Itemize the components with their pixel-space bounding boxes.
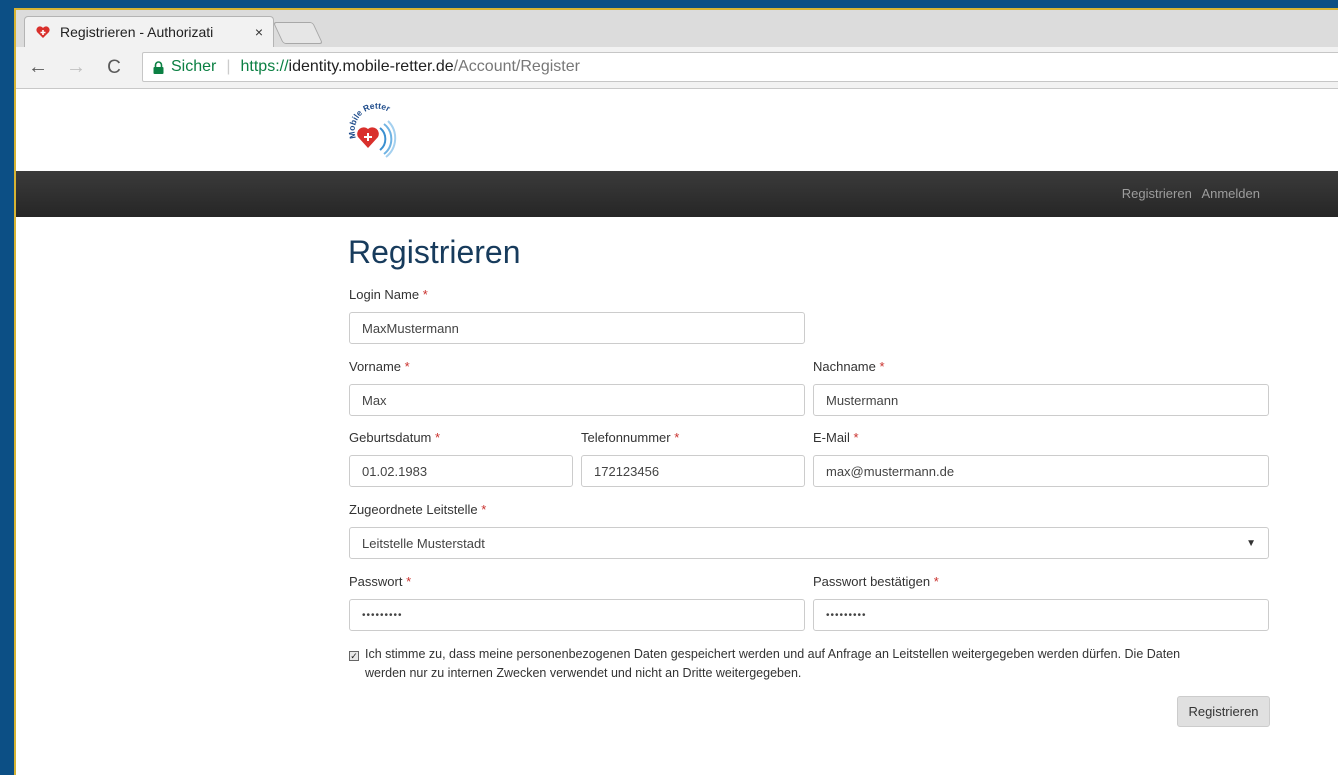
navbar: Registrieren Anmelden [16, 171, 1338, 217]
birth-date-input[interactable]: 01.02.1983 [349, 455, 573, 487]
page-content: Mobile Retter Registrieren Anmelden Regi… [16, 90, 1338, 775]
back-icon[interactable]: ← [24, 56, 52, 79]
consent-checkbox[interactable]: ✓ [349, 651, 359, 661]
mobile-retter-logo[interactable]: Mobile Retter [346, 102, 406, 158]
reload-icon[interactable]: C [100, 57, 128, 79]
required-marker: * [879, 359, 885, 374]
lock-icon [153, 60, 164, 74]
required-marker: * [853, 430, 859, 445]
consent-text-1: Ich stimme zu, dass meine personenbezoge… [365, 647, 1181, 661]
login-name-label-text: Login Name [349, 287, 420, 302]
required-marker: * [481, 502, 487, 517]
first-name-label: Vorname * [349, 359, 410, 374]
required-marker: * [406, 574, 412, 589]
consent-block: ✓ Ich stimme zu, dass meine personenbezog… [349, 645, 1264, 683]
phone-label-text: Telefonnummer [581, 430, 671, 445]
dispatch-label-text: Zugeordnete Leitstelle [349, 502, 478, 517]
password-label: Passwort * [349, 574, 411, 589]
last-name-label: Nachname * [813, 359, 885, 374]
password-confirm-label: Passwort bestätigen * [813, 574, 939, 589]
consent-line-1: ✓ Ich stimme zu, dass meine personenbezog… [349, 645, 1264, 664]
required-marker: * [933, 574, 939, 589]
browser-window: Registrieren - Authorizati × ← → C Siche… [14, 8, 1338, 775]
login-name-label: Login Name * [349, 287, 428, 302]
nav-register-link[interactable]: Registrieren [1122, 186, 1192, 201]
phone-input[interactable]: 172123456 [581, 455, 805, 487]
last-name-input[interactable]: Mustermann [813, 384, 1269, 416]
new-tab-button[interactable] [272, 22, 324, 44]
birth-date-label-text: Geburtsdatum [349, 430, 432, 445]
birth-date-label: Geburtsdatum * [349, 430, 440, 445]
browser-toolbar: ← → C Sicher | https:// identity.mobile-… [16, 47, 1338, 89]
heart-favicon-icon [36, 26, 50, 38]
first-name-input[interactable]: Max [349, 384, 805, 416]
password-confirm-label-text: Passwort bestätigen [813, 574, 931, 589]
forward-icon[interactable]: → [62, 56, 90, 79]
separator: | [226, 58, 231, 75]
password-label-text: Passwort [349, 574, 403, 589]
url-path: /Account/Register [453, 58, 580, 75]
url-host: identity.mobile-retter.de [288, 58, 454, 75]
email-input[interactable]: max@mustermann.de [813, 455, 1269, 487]
page-title: Registrieren [348, 234, 521, 270]
login-name-input[interactable]: MaxMustermann [349, 312, 805, 344]
required-marker: * [674, 430, 680, 445]
last-name-label-text: Nachname [813, 359, 876, 374]
tab-close-icon[interactable]: × [255, 24, 263, 40]
consent-text-2: werden nur zu internen Zwecken verwendet… [365, 666, 802, 680]
password-input[interactable]: ••••••••• [349, 599, 805, 631]
register-button[interactable]: Registrieren [1177, 696, 1270, 727]
dispatch-selected-value: Leitstelle Musterstadt [362, 535, 485, 551]
required-marker: * [435, 430, 441, 445]
email-label: E-Mail * [813, 430, 859, 445]
url-scheme: https:// [240, 58, 289, 75]
required-marker: * [404, 359, 410, 374]
dispatch-label: Zugeordnete Leitstelle * [349, 502, 486, 517]
tab-strip: Registrieren - Authorizati × [16, 10, 1338, 47]
password-confirm-input[interactable]: ••••••••• [813, 599, 1269, 631]
nav-login-link[interactable]: Anmelden [1201, 186, 1260, 201]
email-label-text: E-Mail [813, 430, 850, 445]
browser-tab[interactable]: Registrieren - Authorizati × [24, 16, 274, 47]
dropdown-caret-icon: ▼ [1246, 537, 1256, 549]
nav-links: Registrieren Anmelden [1116, 186, 1260, 201]
required-marker: * [422, 287, 428, 302]
secure-label: Sicher [171, 58, 217, 75]
address-bar[interactable]: Sicher | https:// identity.mobile-retter… [142, 52, 1338, 82]
dispatch-select[interactable]: Leitstelle Musterstadt ▼ [349, 527, 1269, 559]
first-name-label-text: Vorname [349, 359, 402, 374]
tab-title: Registrieren - Authorizati [60, 24, 214, 40]
phone-label: Telefonnummer * [581, 430, 679, 445]
